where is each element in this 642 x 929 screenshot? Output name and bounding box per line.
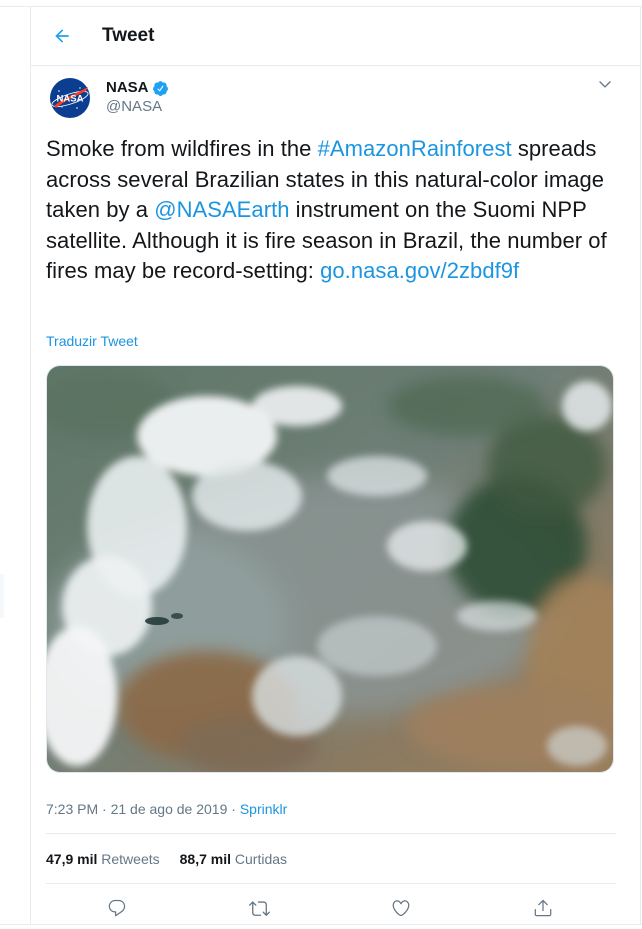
tweet-stats: 47,9 mil Retweets 88,7 mil Curtidas xyxy=(46,851,287,868)
left-edge-scroll-hint xyxy=(0,574,4,618)
tweet-metadata: 7:23 PM · 21 de ago de 2019 · Sprinklr xyxy=(46,801,287,818)
bottom-divider xyxy=(0,924,642,925)
chevron-down-icon[interactable] xyxy=(597,76,613,92)
tweet-media-image[interactable] xyxy=(46,365,614,773)
tweet-time[interactable]: 7:23 PM xyxy=(46,801,98,817)
tweet-text: Smoke from wildfires in the #AmazonRainf… xyxy=(46,134,631,287)
retweet-icon xyxy=(248,900,270,916)
retweets-label: Retweets xyxy=(101,851,160,867)
reply-button[interactable] xyxy=(105,896,129,920)
reply-icon xyxy=(108,899,126,917)
nasa-logo-icon: NASA xyxy=(50,78,90,118)
verified-badge-icon xyxy=(153,81,168,96)
tweet-date[interactable]: 21 de ago de 2019 xyxy=(111,801,228,817)
tweet-column: Tweet NASA NASA @NASA Smoke from wildfir… xyxy=(30,6,641,924)
retweets-count: 47,9 mil xyxy=(46,851,98,867)
svg-text:NASA: NASA xyxy=(57,94,84,105)
likes-stat[interactable]: 88,7 mil Curtidas xyxy=(180,851,287,867)
divider xyxy=(46,883,616,884)
hashtag-link[interactable]: #AmazonRainforest xyxy=(318,136,512,161)
share-button[interactable] xyxy=(531,896,555,920)
satellite-image xyxy=(47,366,613,772)
share-icon xyxy=(534,899,552,917)
author-name[interactable]: NASA xyxy=(106,79,149,97)
meta-separator: · xyxy=(227,801,240,817)
tweet-actions xyxy=(31,894,640,924)
retweets-stat[interactable]: 47,9 mil Retweets xyxy=(46,851,160,867)
url-link[interactable]: go.nasa.gov/2zbdf9f xyxy=(320,258,519,283)
mention-link[interactable]: @NASAEarth xyxy=(154,197,289,222)
like-button[interactable] xyxy=(389,896,413,920)
divider xyxy=(46,833,616,834)
heart-icon xyxy=(392,900,410,917)
likes-label: Curtidas xyxy=(234,851,288,867)
avatar[interactable]: NASA xyxy=(47,75,93,121)
tweet-source-link[interactable]: Sprinklr xyxy=(240,801,287,817)
retweet-button[interactable] xyxy=(247,896,271,920)
page-header: Tweet xyxy=(31,6,640,66)
page-title: Tweet xyxy=(102,25,155,46)
back-button[interactable] xyxy=(46,20,78,52)
tweet-text-part: Smoke from wildfires in the xyxy=(46,136,318,161)
author-handle: @NASA xyxy=(106,98,163,115)
likes-count: 88,7 mil xyxy=(179,851,231,867)
arrow-left-icon xyxy=(55,29,69,43)
meta-separator: · xyxy=(98,801,111,817)
translate-tweet-link[interactable]: Traduzir Tweet xyxy=(46,333,138,350)
